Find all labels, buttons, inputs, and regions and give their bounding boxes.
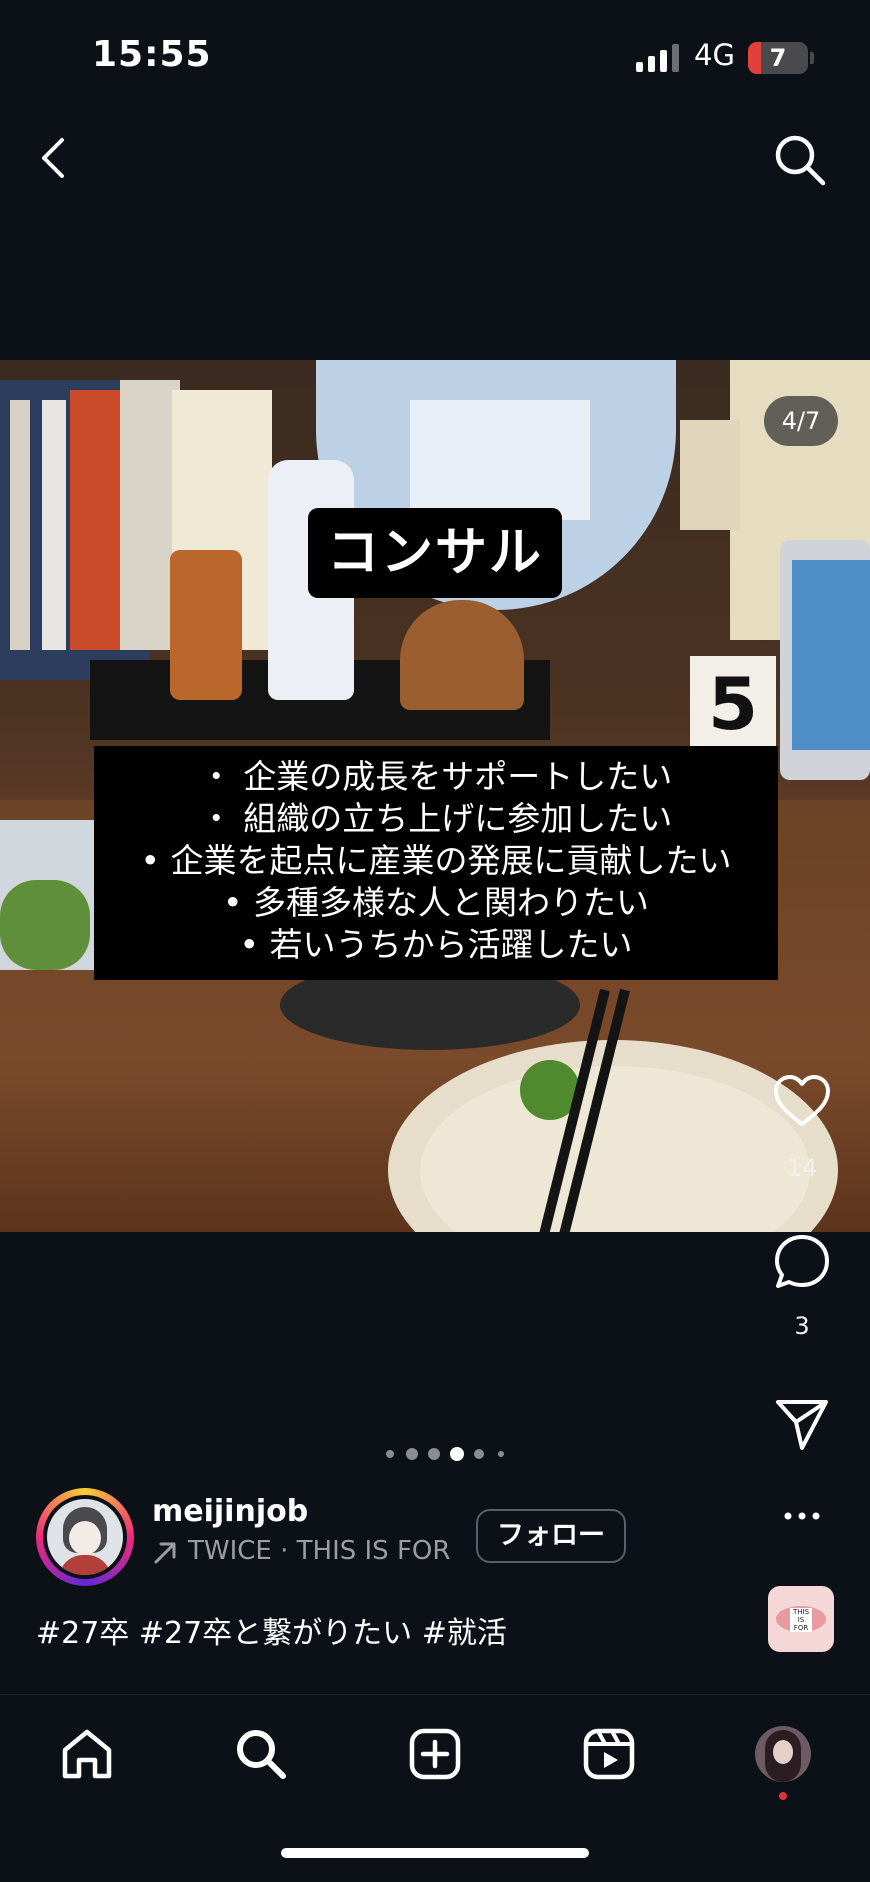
table-number-card: 5 [690,656,776,752]
home-indicator [281,1848,589,1858]
carousel-dot [386,1450,394,1458]
bullet-item: • 企業を起点に産業の発展に貢献したい [140,841,732,880]
arrow-up-right-icon [154,1542,176,1564]
bullet-item: ・ 企業の成長をサポートしたい [199,757,673,796]
condiment-bottle [170,550,242,700]
profile-avatar[interactable] [755,1726,811,1782]
carousel-dot [428,1448,440,1460]
carousel-dot-active [450,1447,464,1461]
avatar[interactable] [47,1499,123,1575]
carousel-counter: 4/7 [764,396,838,446]
notification-dot [779,1792,787,1800]
search-icon[interactable] [233,1726,289,1782]
send-icon[interactable] [772,1394,832,1454]
create-icon[interactable] [407,1726,463,1782]
chevron-left-icon[interactable] [36,136,70,180]
home-icon[interactable] [59,1726,115,1782]
heart-icon[interactable] [772,1072,832,1132]
like-count: 14 [786,1154,818,1182]
status-time: 15:55 [92,34,212,75]
caption-hashtags[interactable]: #27卒 #27卒と繋がりたい #就活 [36,1608,507,1652]
comment-count: 3 [794,1312,810,1340]
more-icon[interactable] [772,1486,832,1546]
battery-icon: 7 [748,42,808,74]
battery-level: 7 [769,44,787,72]
carousel-dot [498,1451,504,1457]
comment-icon[interactable] [772,1232,832,1292]
audio-thumbnail[interactable]: THIS IS FOR [768,1586,834,1652]
reels-icon[interactable] [581,1726,637,1782]
music-label[interactable]: TWICE · THIS IS FOR [188,1536,450,1566]
search-icon[interactable] [772,132,828,188]
bullet-item: ・ 組織の立ち上げに参加したい [199,799,673,838]
wooden-dish [400,600,524,710]
battery-cap [810,52,814,64]
bullet-item: • 若いうちから活躍したい [239,925,633,964]
green-onions [0,880,90,970]
network-type: 4G [694,38,735,72]
tablet-screen [792,560,870,750]
signal-icon [636,44,679,72]
thumbnail-text: THIS IS FOR [790,1608,812,1632]
price-card [680,420,740,530]
bullet-item: • 多種多様な人と関わりたい [223,883,649,922]
bullet-list: ・ 企業の成長をサポートしたい ・ 組織の立ち上げに参加したい • 企業を起点に… [94,746,778,980]
carousel-dot [406,1448,418,1460]
book-spine [42,400,66,650]
book-spine [10,400,30,650]
fan-label [410,400,590,520]
follow-button[interactable]: フォロー [476,1509,626,1563]
post-title: コンサル [308,508,562,598]
username[interactable]: meijinjob [152,1494,308,1529]
carousel-dot [474,1449,484,1459]
